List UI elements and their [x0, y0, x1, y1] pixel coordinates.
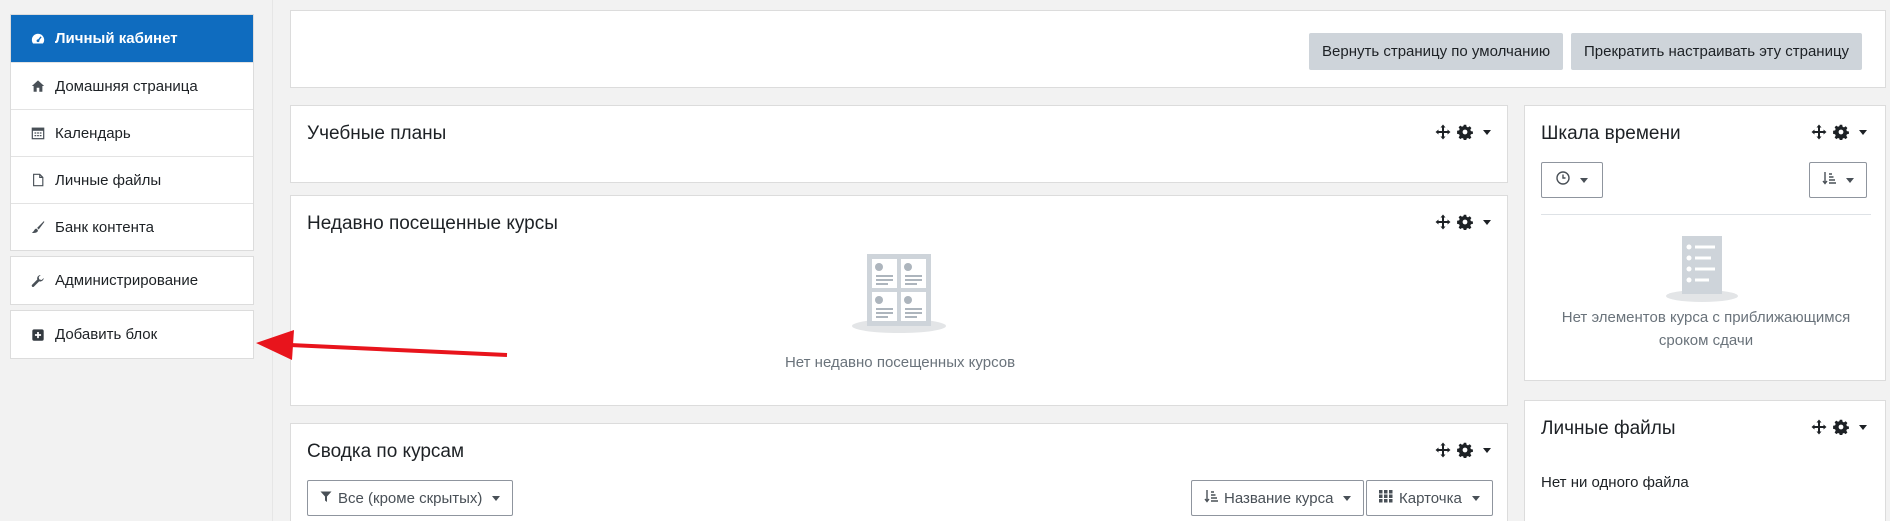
nav-item-calendar[interactable]: Календарь [11, 109, 253, 156]
recent-courses-empty-text: Нет недавно посещенных курсов [784, 354, 1016, 371]
chevron-down-icon[interactable] [1483, 447, 1491, 453]
nav-item-home[interactable]: Домашняя страница [11, 62, 253, 109]
home-icon [31, 79, 45, 93]
move-icon[interactable] [1435, 124, 1451, 140]
gear-icon[interactable] [1833, 124, 1849, 140]
add-block-link[interactable]: Добавить блок [11, 311, 253, 358]
filter-icon [320, 490, 332, 507]
course-sort-label: Название курса [1224, 489, 1334, 507]
timeline-empty-illustration-icon [1666, 236, 1738, 307]
block-title: Учебные планы [307, 123, 447, 144]
nav-item-dashboard[interactable]: Личный кабинет [11, 15, 253, 62]
chevron-down-icon[interactable] [1859, 129, 1867, 135]
recent-courses-block: Недавно посещенные курсы Нет недавно пос… [290, 195, 1508, 406]
sort-icon [1822, 171, 1836, 189]
nav-item-label: Домашняя страница [55, 77, 198, 95]
block-tools [1811, 419, 1867, 435]
block-title: Недавно посещенные курсы [307, 213, 558, 234]
clock-icon [1556, 171, 1570, 189]
wrench-icon [31, 274, 45, 288]
page-header-card: Вернуть страницу по умолчанию Прекратить… [290, 10, 1886, 88]
move-icon[interactable] [1811, 419, 1827, 435]
move-icon[interactable] [1435, 442, 1451, 458]
nav-add-block-group: Добавить блок [10, 310, 254, 359]
course-overview-block: Сводка по курсам Все (кроме скрытых) Наз… [290, 423, 1508, 521]
block-title: Шкала времени [1541, 123, 1681, 144]
nav-item-administration[interactable]: Администрирование [11, 257, 253, 304]
chevron-down-icon [1846, 177, 1854, 183]
timeline-block: Шкала времени Нет элементов курса с приб… [1524, 105, 1886, 381]
chevron-down-icon [492, 495, 501, 501]
timeline-empty-text-line2: сроком сдачи [1658, 332, 1754, 349]
calendar-icon [31, 126, 45, 140]
file-icon [31, 173, 45, 187]
sort-icon [1204, 489, 1218, 507]
chevron-down-icon[interactable] [1859, 424, 1867, 430]
nav-admin-group: Администрирование [10, 256, 254, 305]
chevron-down-icon [1471, 495, 1480, 501]
gear-icon[interactable] [1457, 214, 1473, 230]
brush-icon [31, 220, 45, 234]
stop-customise-button[interactable]: Прекратить настраивать эту страницу [1571, 33, 1863, 70]
timeline-day-filter-dropdown[interactable] [1541, 162, 1603, 198]
nav-main-group: Личный кабинет Домашняя страница Календа… [10, 14, 254, 251]
gear-icon[interactable] [1457, 442, 1473, 458]
block-title: Сводка по курсам [307, 441, 465, 462]
grid-icon [1379, 489, 1393, 507]
plus-square-icon [31, 328, 45, 342]
reset-page-button[interactable]: Вернуть страницу по умолчанию [1309, 33, 1564, 70]
timeline-separator [1541, 214, 1871, 215]
courses-empty-illustration-icon [851, 254, 947, 339]
gear-icon[interactable] [1833, 419, 1849, 435]
course-filter-label: Все (кроме скрытых) [338, 489, 483, 507]
timeline-empty-text-line1: Нет элементов курса с приближающимся [1561, 309, 1851, 326]
course-filter-dropdown[interactable]: Все (кроме скрытых) [307, 480, 514, 516]
nav-item-label: Личные файлы [55, 171, 162, 189]
block-tools [1811, 124, 1867, 140]
move-icon[interactable] [1811, 124, 1827, 140]
nav-item-label: Администрирование [55, 272, 199, 289]
block-tools [1435, 124, 1491, 140]
course-sort-dropdown[interactable]: Название курса [1191, 480, 1365, 516]
chevron-down-icon [1343, 495, 1352, 501]
move-icon[interactable] [1435, 214, 1451, 230]
chevron-down-icon[interactable] [1483, 219, 1491, 225]
nav-item-content-bank[interactable]: Банк контента [11, 203, 253, 250]
dashboard-icon [31, 32, 45, 46]
nav-item-label: Добавить блок [55, 326, 158, 343]
left-nav-drawer: Личный кабинет Домашняя страница Календа… [10, 14, 254, 359]
gear-icon[interactable] [1457, 124, 1473, 140]
chevron-down-icon [1580, 177, 1588, 183]
block-tools [1435, 214, 1491, 230]
block-tools [1435, 442, 1491, 458]
block-title: Личные файлы [1541, 418, 1676, 439]
nav-item-private-files[interactable]: Личные файлы [11, 156, 253, 203]
private-files-block: Личные файлы Нет ни одного файла [1524, 400, 1886, 521]
timeline-sort-dropdown[interactable] [1809, 162, 1867, 198]
course-view-dropdown[interactable]: Карточка [1366, 480, 1493, 516]
region-divider [272, 0, 273, 521]
nav-item-label: Банк контента [55, 218, 154, 236]
learning-plans-block: Учебные планы [290, 105, 1508, 183]
chevron-down-icon[interactable] [1483, 129, 1491, 135]
nav-item-label: Личный кабинет [55, 30, 178, 47]
nav-item-label: Календарь [55, 124, 131, 142]
course-view-label: Карточка [1399, 489, 1462, 507]
private-files-empty-text: Нет ни одного файла [1541, 474, 1689, 491]
